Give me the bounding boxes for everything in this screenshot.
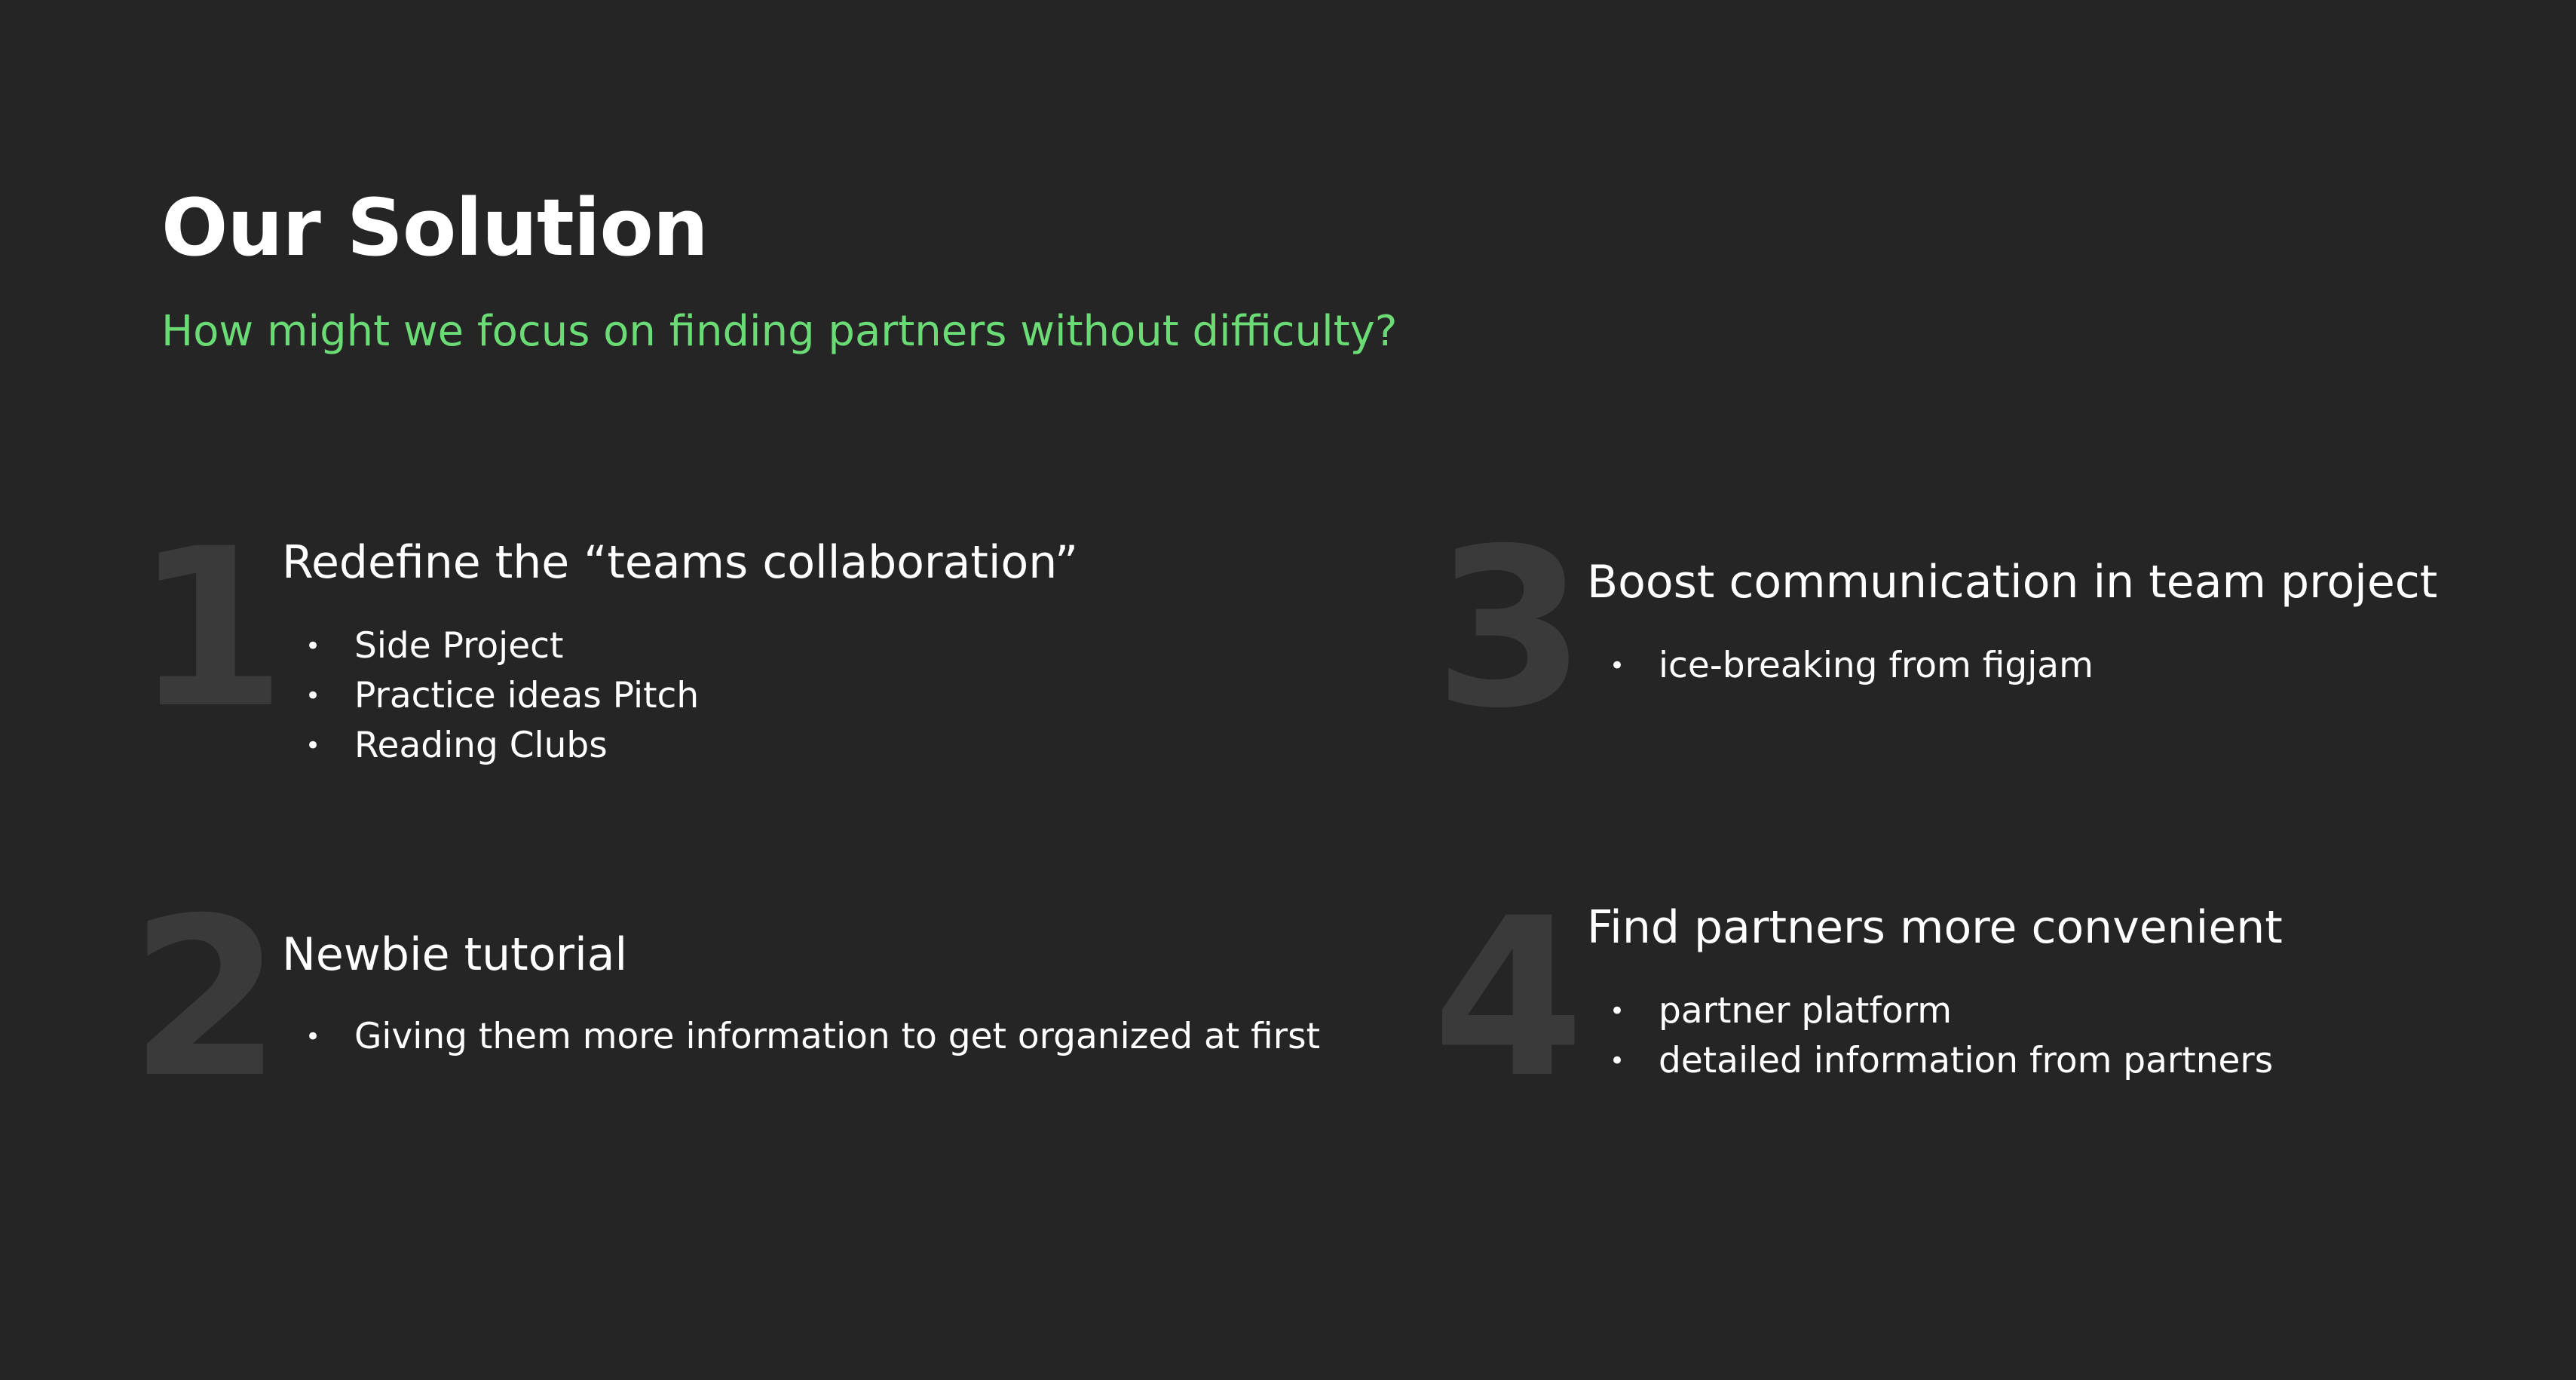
item-number: 3 — [1434, 502, 1586, 756]
bullet-icon: • — [305, 731, 321, 761]
list-item: • detailed information from partners — [1606, 1036, 2273, 1086]
list-item-text: detailed information from partners — [1659, 1040, 2274, 1081]
list-item: • Giving them more information to get org… — [302, 1012, 1320, 1062]
bullet-list: • ice-breaking from figjam — [1606, 641, 2094, 691]
list-item: • ice-breaking from figjam — [1606, 641, 2094, 691]
bullet-icon: • — [1609, 1046, 1625, 1076]
bullet-icon: • — [1609, 996, 1625, 1026]
bullet-icon: • — [1609, 651, 1625, 681]
list-item: • Practice ideas Pitch — [302, 671, 699, 721]
list-item-text: ice-breaking from figjam — [1659, 645, 2094, 686]
item-heading: Boost communication in team project — [1587, 556, 2438, 609]
list-item: • Side Project — [302, 621, 699, 671]
bullet-list: • Giving them more information to get org… — [302, 1012, 1320, 1062]
item-number: 1 — [134, 502, 286, 756]
item-heading: Newbie tutorial — [282, 928, 628, 981]
bullet-icon: • — [305, 681, 321, 711]
item-number: 2 — [130, 872, 282, 1126]
bullet-icon: • — [305, 631, 321, 661]
list-item: • partner platform — [1606, 986, 2273, 1036]
list-item-text: partner platform — [1659, 990, 1953, 1032]
item-number: 4 — [1432, 872, 1585, 1126]
item-heading: Find partners more convenient — [1587, 901, 2283, 954]
list-item-text: Side Project — [354, 625, 564, 667]
list-item-text: Practice ideas Pitch — [354, 675, 700, 716]
bullet-list: • partner platform • detailed information … — [1606, 986, 2273, 1086]
list-item-text: Giving them more information to get orga… — [354, 1016, 1321, 1057]
list-item-text: Reading Clubs — [354, 725, 608, 766]
page-title: Our Solution — [161, 182, 709, 274]
slide: Our Solution How might we focus on findi… — [0, 0, 2576, 1380]
bullet-list: • Side Project • Practice ideas Pitch • Rea… — [302, 621, 699, 771]
list-item: • Reading Clubs — [302, 721, 699, 771]
bullet-icon: • — [305, 1022, 321, 1052]
page-subtitle: How might we focus on finding partners w… — [161, 307, 1398, 356]
item-heading: Redefine the “teams collaboration” — [282, 536, 1079, 589]
